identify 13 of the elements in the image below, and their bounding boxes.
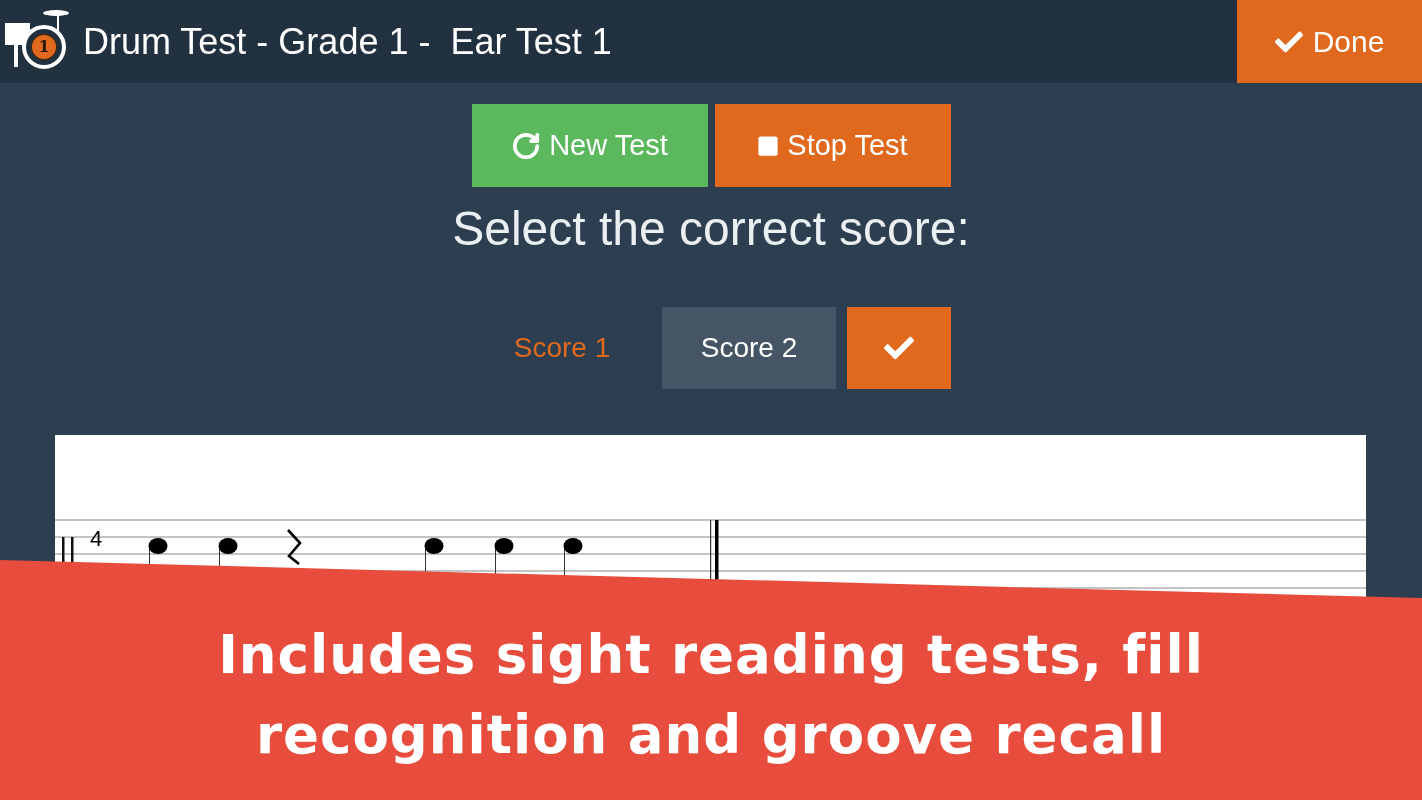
new-test-button[interactable]: New Test bbox=[471, 104, 708, 187]
score-tab[interactable]: Score 2 bbox=[662, 307, 836, 389]
done-button[interactable]: Done bbox=[1237, 0, 1422, 83]
stop-test-button[interactable]: Stop Test bbox=[714, 104, 951, 187]
page-title: Drum Test - Grade 1 - Ear Test 1 bbox=[83, 19, 612, 64]
time-signature: 4 bbox=[90, 526, 103, 551]
confirm-button[interactable] bbox=[847, 307, 951, 389]
stop-icon bbox=[757, 134, 780, 157]
score-tab[interactable]: Score 1 bbox=[475, 307, 649, 389]
refresh-icon bbox=[511, 130, 542, 161]
promo-caption: Includes sight reading tests, fill recognition and groove recall bbox=[217, 623, 1205, 767]
logo-badge: 1 bbox=[32, 34, 56, 59]
prompt-heading: Select the correct score: bbox=[452, 201, 970, 257]
